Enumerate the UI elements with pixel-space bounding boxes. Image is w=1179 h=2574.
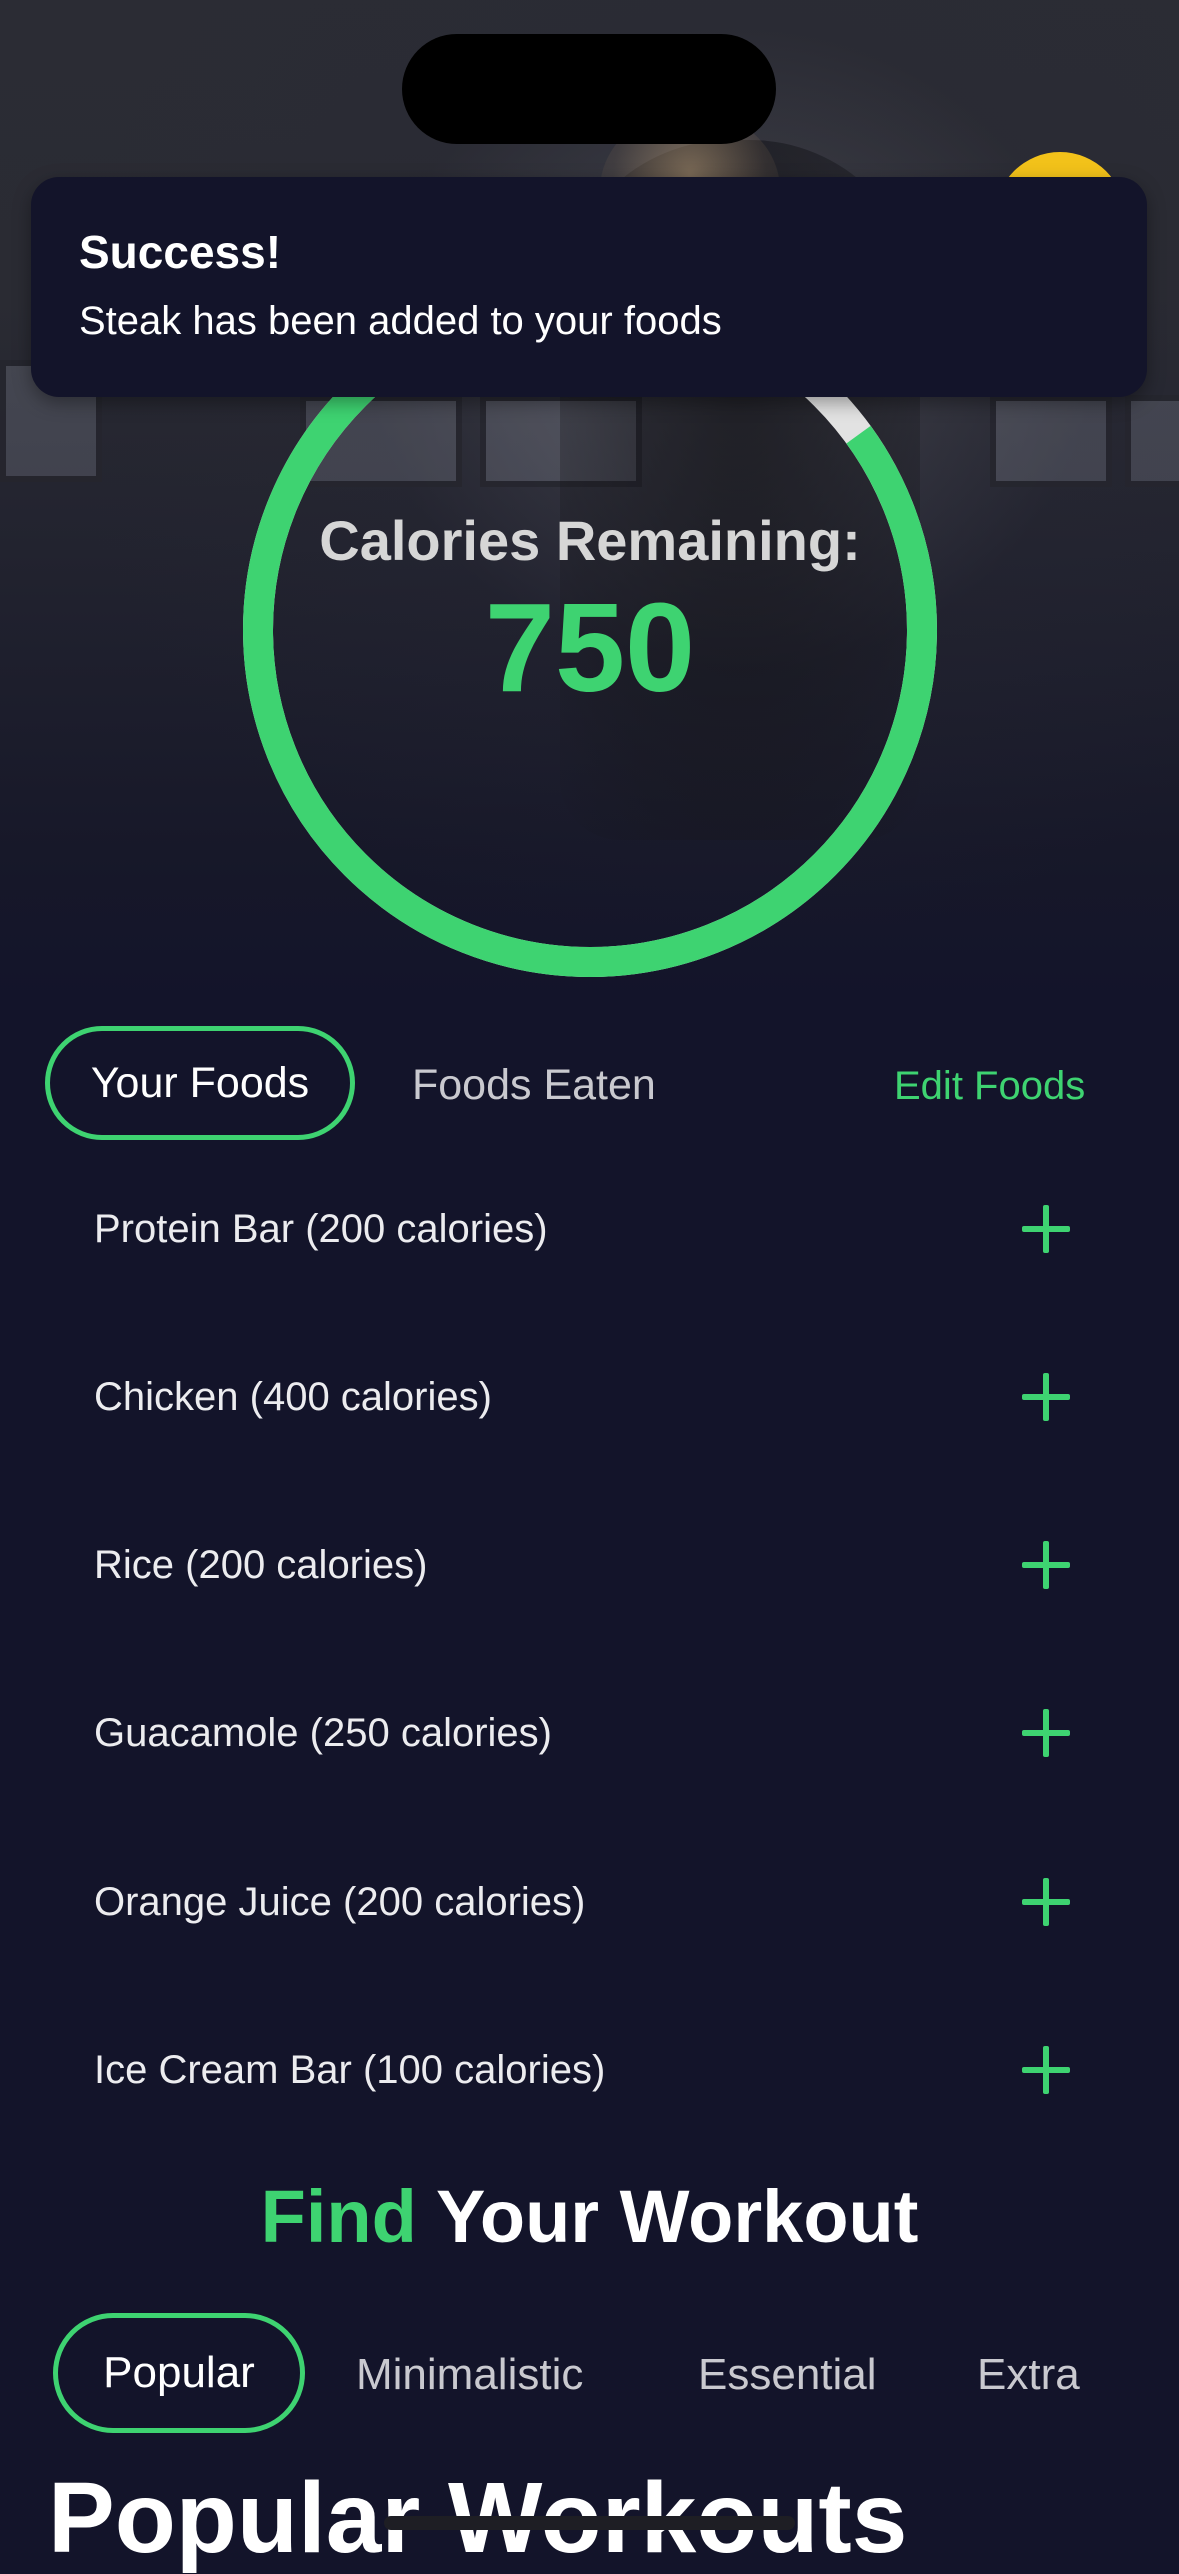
plus-icon[interactable] <box>1022 1878 1070 1926</box>
plus-icon[interactable] <box>1022 1205 1070 1253</box>
tab-your-foods[interactable]: Your Foods <box>45 1026 355 1140</box>
food-name: Orange Juice (200 calories) <box>94 1879 586 1924</box>
tab-extra[interactable]: Extra <box>977 2350 1080 2400</box>
food-list-item: Ice Cream Bar (100 calories) <box>94 2025 1094 2115</box>
dynamic-island <box>402 34 776 144</box>
edit-foods-link[interactable]: Edit Foods <box>894 1064 1085 1109</box>
find-workout-title-rest: Your Workout <box>436 2175 919 2258</box>
food-name: Chicken (400 calories) <box>94 1374 492 1419</box>
tab-popular[interactable]: Popular <box>53 2313 305 2433</box>
toast-title: Success! <box>79 226 282 278</box>
tab-your-foods-label: Your Foods <box>90 1058 310 1107</box>
find-workout-title: Find Your Workout <box>0 2180 1179 2254</box>
home-indicator[interactable] <box>384 2516 795 2530</box>
food-list-item: Chicken (400 calories) <box>94 1352 1094 1442</box>
toast-message: Steak has been added to your foods <box>79 299 722 343</box>
find-workout-title-accent: Find <box>260 2175 417 2258</box>
food-name: Guacamole (250 calories) <box>94 1710 552 1755</box>
food-list-item: Rice (200 calories) <box>94 1520 1094 1610</box>
background-window <box>990 395 1112 487</box>
food-list-item: Protein Bar (200 calories) <box>94 1184 1094 1274</box>
calories-remaining-label: Calories Remaining: <box>319 509 861 572</box>
food-name: Ice Cream Bar (100 calories) <box>94 2047 606 2092</box>
food-name: Protein Bar (200 calories) <box>94 1206 548 1251</box>
plus-icon[interactable] <box>1022 1373 1070 1421</box>
tab-foods-eaten[interactable]: Foods Eaten <box>412 1064 656 1107</box>
food-name: Rice (200 calories) <box>94 1542 428 1587</box>
food-list-item: Orange Juice (200 calories) <box>94 1857 1094 1947</box>
background-window <box>1125 395 1179 487</box>
plus-icon[interactable] <box>1022 2046 1070 2094</box>
plus-icon[interactable] <box>1022 1541 1070 1589</box>
tab-popular-label: Popular <box>103 2348 255 2397</box>
calories-remaining-value: 750 <box>484 577 696 718</box>
tab-minimalistic[interactable]: Minimalistic <box>356 2350 583 2400</box>
tab-essential[interactable]: Essential <box>698 2350 877 2400</box>
plus-icon[interactable] <box>1022 1709 1070 1757</box>
success-toast[interactable]: Success! Steak has been added to your fo… <box>31 177 1147 397</box>
food-list-item: Guacamole (250 calories) <box>94 1688 1094 1778</box>
